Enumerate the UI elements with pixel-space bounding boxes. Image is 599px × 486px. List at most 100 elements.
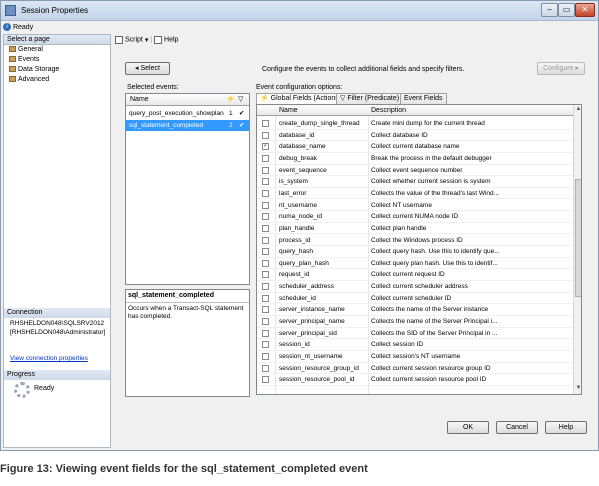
field-name: server_principal_sid: [279, 329, 337, 337]
field-row[interactable]: process_id Collect the Windows process ID: [257, 235, 573, 247]
event-description-box: sql_statement_completed Occurs when a Tr…: [125, 289, 250, 397]
field-row[interactable]: nt_username Collect NT username: [257, 200, 573, 212]
minimize-button[interactable]: –: [541, 3, 558, 17]
chevron-down-icon[interactable]: ▾: [145, 37, 149, 44]
scroll-down-icon[interactable]: ▼: [575, 385, 581, 393]
script-button[interactable]: Script: [125, 37, 143, 44]
field-row[interactable]: numa_node_id Collect current NUMA node ID: [257, 211, 573, 223]
field-row[interactable]: server_instance_name Collects the name of…: [257, 304, 573, 316]
page-item-events[interactable]: Events: [4, 55, 110, 65]
field-row[interactable]: is_system Collect whether current session…: [257, 176, 573, 188]
field-checkbox[interactable]: [262, 329, 269, 337]
scroll-up-icon[interactable]: ▲: [575, 106, 581, 114]
field-row[interactable]: server_principal_name Collects the name o…: [257, 316, 573, 328]
field-row[interactable]: server_principal_sid Collects the SID of …: [257, 328, 573, 340]
maximize-button[interactable]: ▭: [558, 3, 575, 17]
field-checkbox[interactable]: [262, 306, 269, 314]
selected-events-header: Name ⚡ ▽: [126, 94, 249, 106]
page-item-data-storage[interactable]: Data Storage: [4, 65, 110, 75]
field-checkbox[interactable]: [262, 120, 269, 127]
scrollbar-thumb[interactable]: [575, 179, 581, 297]
info-icon: i: [3, 23, 11, 31]
field-row[interactable]: query_plan_hash Collect query plan hash. …: [257, 258, 573, 270]
field-checkbox[interactable]: ✓: [262, 143, 269, 151]
close-button[interactable]: ✕: [575, 3, 595, 17]
field-checkbox[interactable]: [262, 341, 269, 349]
page-item-general[interactable]: General: [4, 45, 110, 55]
field-description: Collect the Windows process ID: [371, 236, 463, 244]
field-row[interactable]: scheduler_address Collect current schedul…: [257, 281, 573, 293]
field-description: Collects the SID of the Server Principal…: [371, 329, 498, 337]
tab-event-fields[interactable]: Event Fields: [400, 93, 447, 104]
field-description: Collects the name of the Server Principa…: [371, 318, 498, 326]
view-connection-properties-link[interactable]: View connection properties: [10, 355, 88, 362]
field-description: Break the process in the default debugge…: [371, 154, 492, 162]
field-name: scheduler_id: [279, 294, 316, 302]
field-checkbox[interactable]: [262, 131, 269, 139]
field-row[interactable]: session_resource_pool_id Collect current …: [257, 374, 573, 386]
field-name: database_name: [279, 143, 326, 151]
field-description: Collect current session resource pool ID: [371, 376, 487, 384]
page-item-advanced[interactable]: Advanced: [4, 75, 110, 85]
field-row[interactable]: scheduler_id Collect current scheduler ID: [257, 293, 573, 305]
help-button[interactable]: Help: [164, 37, 178, 44]
field-checkbox[interactable]: [262, 283, 269, 291]
field-name: request_id: [279, 271, 310, 279]
field-row[interactable]: database_id Collect database ID: [257, 130, 573, 142]
selected-event-row[interactable]: query_post_execution_showplan 1 ✔: [126, 108, 249, 119]
field-name: nt_username: [279, 201, 317, 209]
field-row[interactable]: session_resource_group_id Collect current…: [257, 363, 573, 375]
field-description: Collect current scheduler address: [371, 283, 468, 291]
field-description: Collect current session resource group I…: [371, 364, 491, 372]
name-column-header[interactable]: Name: [130, 94, 149, 106]
field-checkbox[interactable]: [262, 224, 269, 232]
field-name: database_id: [279, 131, 315, 139]
field-row[interactable]: query_hash Collect query hash. Use this t…: [257, 246, 573, 258]
lightning-icon: ⚡: [226, 96, 235, 103]
field-checkbox[interactable]: [262, 189, 269, 197]
field-name: server_principal_name: [279, 318, 345, 326]
field-checkbox[interactable]: [262, 213, 269, 221]
field-row[interactable]: last_error Collects the value of the thre…: [257, 188, 573, 200]
field-row[interactable]: session_nt_username Collect session's NT …: [257, 351, 573, 363]
tab-label: Global Fields (Actions): [270, 95, 342, 102]
field-checkbox[interactable]: [262, 259, 269, 267]
select-button[interactable]: ◂ Select: [125, 62, 170, 75]
field-row[interactable]: debug_break Break the process in the defa…: [257, 153, 573, 165]
field-row[interactable]: ✓ database_name Collect current database n…: [257, 141, 573, 153]
field-description: Create mini dump for the current thread: [371, 120, 485, 127]
ok-button[interactable]: OK: [447, 421, 489, 434]
field-checkbox[interactable]: [262, 318, 269, 326]
selected-event-row[interactable]: sql_statement_completed 2 ✔: [126, 120, 249, 131]
field-checkbox[interactable]: [262, 178, 269, 186]
field-checkbox[interactable]: [262, 248, 269, 256]
field-checkbox[interactable]: [262, 353, 269, 360]
field-description: Collect query plan hash. Use this to ide…: [371, 259, 498, 267]
description-column-header[interactable]: Description: [371, 105, 406, 116]
field-checkbox[interactable]: [262, 294, 269, 302]
field-checkbox[interactable]: [262, 271, 269, 279]
help-button[interactable]: Help: [545, 421, 587, 434]
configure-button[interactable]: Configure ▸: [537, 62, 585, 75]
field-checkbox[interactable]: [262, 166, 269, 174]
arrow-right-icon: ▸: [575, 65, 579, 72]
field-row[interactable]: event_sequence Collect event sequence num…: [257, 165, 573, 177]
field-checkbox[interactable]: [262, 201, 269, 209]
field-row[interactable]: request_id Collect current request ID: [257, 269, 573, 282]
title-bar: Session Properties – ▭ ✕: [1, 1, 598, 21]
field-description: Collects the name of the Server instance: [371, 306, 489, 314]
filter-icon: ▽: [340, 95, 346, 102]
field-row[interactable]: create_dump_single_thread Create mini dum…: [257, 118, 573, 130]
field-checkbox[interactable]: [262, 364, 269, 372]
field-row[interactable]: plan_handle Collect plan handle: [257, 223, 573, 235]
vertical-scrollbar[interactable]: ▲ ▼: [573, 105, 581, 394]
field-checkbox[interactable]: [262, 376, 269, 384]
connection-user: [RHSHELDON048\Administrator]: [10, 328, 106, 336]
tab-filter[interactable]: ▽ Filter (Predicate): [336, 93, 404, 104]
field-description: Collect current scheduler ID: [371, 294, 452, 302]
field-row[interactable]: session_id Collect session ID: [257, 339, 573, 351]
field-checkbox[interactable]: [262, 236, 269, 244]
field-checkbox[interactable]: [262, 154, 269, 162]
cancel-button[interactable]: Cancel: [496, 421, 538, 434]
name-column-header[interactable]: Name: [279, 105, 298, 116]
